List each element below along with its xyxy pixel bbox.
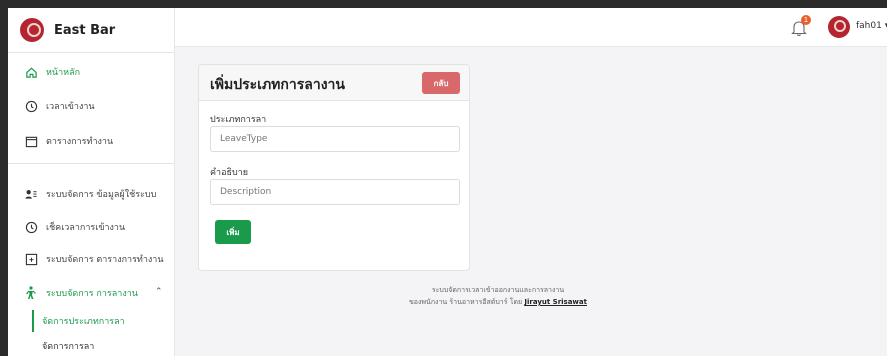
sidebar-item-check-attendance[interactable]: เช็คเวลาการเข้างาน xyxy=(24,220,125,234)
active-indicator xyxy=(32,310,34,332)
add-leave-type-card: เพิ่มประเภทการลางาน กลับ ประเภทการลา คำอ… xyxy=(198,64,470,271)
users-icon xyxy=(24,187,38,201)
description-input[interactable] xyxy=(210,179,460,205)
person-walking-icon xyxy=(24,286,38,300)
sidebar-item-label: เวลาเข้างาน xyxy=(46,102,95,112)
sidebar-item-user-management[interactable]: ระบบจัดการ ข้อมูลผู้ใช้ระบบ xyxy=(24,187,156,201)
footer-line-1: ระบบจัดการเวลาเข้าออกงานและการลางาน xyxy=(431,286,565,294)
sidebar-item-schedule-management[interactable]: ระบบจัดการ ตารางการทำงาน xyxy=(24,252,164,266)
leave-type-label: ประเภทการลา xyxy=(210,115,267,125)
sidebar-item-home[interactable]: หน้าหลัก xyxy=(24,65,80,79)
clock-icon xyxy=(24,220,38,234)
description-label: คำอธิบาย xyxy=(210,168,249,178)
sidebar-item-label: ตารางการทำงาน xyxy=(46,137,114,147)
sidebar-item-label: หน้าหลัก xyxy=(46,68,81,78)
notification-badge: 1 xyxy=(801,15,811,25)
brand-name: East Bar xyxy=(54,22,116,38)
back-button[interactable]: กลับ xyxy=(422,72,460,94)
home-icon xyxy=(24,65,38,79)
sidebar-item-label: ระบบจัดการ ข้อมูลผู้ใช้ระบบ xyxy=(46,190,157,200)
sidebar-item-label: ระบบจัดการ ตารางการทำงาน xyxy=(46,255,164,265)
brand-logo xyxy=(20,18,44,42)
avatar[interactable] xyxy=(828,16,850,38)
author-link[interactable]: Jirayut Srisawat xyxy=(524,298,587,306)
sidebar: East Bar หน้าหลัก เวลาเข้างาน ตารางการทำ… xyxy=(8,8,175,356)
sidebar-item-schedule[interactable]: ตารางการทำงาน xyxy=(24,134,113,148)
calendar-icon xyxy=(24,134,38,148)
add-button[interactable]: เพิ่ม xyxy=(215,220,251,244)
sidebar-item-label: ระบบจัดการ การลางาน xyxy=(46,289,138,299)
app-window: East Bar หน้าหลัก เวลาเข้างาน ตารางการทำ… xyxy=(8,8,887,356)
brand[interactable]: East Bar xyxy=(8,8,174,53)
clock-icon xyxy=(24,99,38,113)
footer-text: ของพนักงาน ร้านอาหารอีสต์บาร์ โดย xyxy=(409,298,523,306)
card-header: เพิ่มประเภทการลางาน กลับ xyxy=(199,65,469,101)
chevron-up-icon[interactable]: ⌃ xyxy=(155,287,163,297)
username: fah01 xyxy=(856,21,882,31)
leave-type-input[interactable] xyxy=(210,126,460,152)
sidebar-item-leave-management[interactable]: ระบบจัดการ การลางาน xyxy=(24,286,138,300)
sidebar-divider xyxy=(8,163,175,164)
sidebar-item-checkin-time[interactable]: เวลาเข้างาน xyxy=(24,99,95,113)
sidebar-item-label: เช็คเวลาการเข้างาน xyxy=(46,223,126,233)
sidebar-subitem-leave-types[interactable]: จัดการประเภทการลา xyxy=(42,314,125,328)
sidebar-subitem-leaves[interactable]: จัดการการลา xyxy=(42,339,94,353)
footer-line-2: ของพนักงาน ร้านอาหารอีสต์บาร์ โดย Jirayu… xyxy=(308,297,688,308)
calendar-plus-icon xyxy=(24,252,38,266)
user-menu[interactable]: fah01 ▾ xyxy=(856,21,887,31)
topbar: 1 fah01 ▾ xyxy=(175,8,887,47)
page-title: เพิ่มประเภทการลางาน xyxy=(210,77,345,93)
